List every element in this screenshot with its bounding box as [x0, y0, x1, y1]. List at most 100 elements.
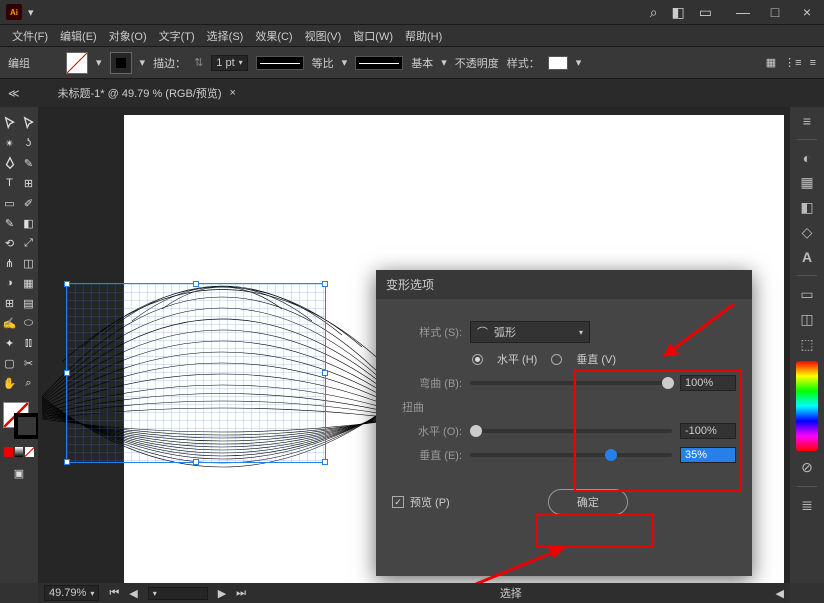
selection-handle-bm[interactable]: [193, 459, 199, 465]
warp-options-dialog[interactable]: 变形选项 样式 (S): ⌒ 弧形 水平 (H) 垂直 (V) 弯曲 (B): …: [376, 270, 752, 576]
stroke-weight-input[interactable]: 1 pt: [211, 55, 247, 71]
workspace-icon[interactable]: ◧: [672, 4, 685, 21]
menu-edit[interactable]: 编辑(E): [54, 28, 103, 44]
symbols-panel-icon[interactable]: ◇: [802, 224, 813, 241]
selection-handle-mr[interactable]: [322, 370, 328, 376]
width-tool[interactable]: ⋔: [1, 254, 18, 272]
doc-collapse-icon[interactable]: ≪: [8, 87, 20, 100]
chevron-down-icon[interactable]: ▾: [28, 6, 34, 19]
swatch-red[interactable]: [4, 447, 13, 457]
stroke-dropdown-icon[interactable]: ▾: [140, 56, 146, 69]
stroke-panel-icon[interactable]: A: [802, 249, 812, 265]
selection-tool[interactable]: [1, 114, 18, 132]
pathfinder-panel-icon[interactable]: ◫: [800, 311, 813, 328]
bend-slider[interactable]: [470, 381, 672, 385]
zoom-level[interactable]: 49.79%: [44, 585, 99, 601]
blend-tool[interactable]: ⬭: [20, 314, 37, 332]
fill-swatch[interactable]: [66, 52, 88, 74]
horizontal-radio[interactable]: [472, 354, 483, 365]
stroke-swatch[interactable]: [110, 52, 132, 74]
swatch-none[interactable]: [25, 447, 34, 457]
free-transform-tool[interactable]: ◫: [20, 254, 37, 272]
eyedropper-tool[interactable]: ✍: [1, 314, 18, 332]
rotate-tool[interactable]: ⟲: [1, 234, 18, 252]
artboard-tool[interactable]: ▢: [1, 354, 18, 372]
artboard-nav-first-icon[interactable]: ⏮: [109, 587, 119, 600]
magic-wand-tool[interactable]: ✴: [1, 134, 18, 152]
artboard-nav-next-icon[interactable]: ▶: [218, 587, 226, 600]
menu-file[interactable]: 文件(F): [6, 28, 54, 44]
minimize-button[interactable]: —: [732, 4, 754, 20]
shaper-tool[interactable]: ✎: [1, 214, 18, 232]
distort-h-value[interactable]: -100%: [680, 423, 736, 439]
rectangle-tool[interactable]: ▭: [1, 194, 18, 212]
selection-handle-tr[interactable]: [322, 281, 328, 287]
menu-view[interactable]: 视图(V): [299, 28, 348, 44]
vertical-radio[interactable]: [551, 354, 562, 365]
slice-tool[interactable]: ✂: [20, 354, 37, 372]
gradient-tool[interactable]: ▤: [20, 294, 37, 312]
line-tool[interactable]: ⊞: [20, 174, 37, 192]
preview-checkbox[interactable]: [392, 496, 404, 508]
screen-mode-icon[interactable]: ▣: [10, 464, 28, 482]
paintbrush-tool[interactable]: ✐: [20, 194, 37, 212]
curvature-tool[interactable]: ✎: [20, 154, 37, 172]
selection-bounding-box[interactable]: [66, 283, 326, 463]
transform-panel-icon[interactable]: ⬚: [800, 336, 813, 353]
stroke-stepper[interactable]: ⇅: [194, 56, 203, 69]
selection-handle-bl[interactable]: [64, 459, 70, 465]
artboard-nav-last-icon[interactable]: ⏭: [236, 587, 246, 600]
align-panel-icon[interactable]: ▭: [800, 286, 813, 303]
fill-stroke-indicator[interactable]: [0, 399, 38, 443]
properties-panel-icon[interactable]: ≡: [803, 113, 811, 129]
list-icon[interactable]: ≡: [810, 57, 816, 69]
brush-dropdown-icon[interactable]: ▾: [441, 56, 447, 69]
distort-h-slider[interactable]: [470, 429, 672, 433]
bend-value[interactable]: 100%: [680, 375, 736, 391]
pen-tool[interactable]: [1, 154, 18, 172]
maximize-button[interactable]: □: [764, 4, 786, 20]
artboard-select[interactable]: [148, 587, 208, 600]
align-icon[interactable]: ▦: [766, 56, 776, 69]
artboard-nav-prev-icon[interactable]: ◀: [129, 587, 137, 600]
menu-object[interactable]: 对象(O): [103, 28, 153, 44]
distribute-icon[interactable]: ⋮≡: [784, 56, 801, 69]
selection-handle-br[interactable]: [322, 459, 328, 465]
lasso-tool[interactable]: ʖ: [20, 134, 37, 152]
scale-tool[interactable]: ⤢: [20, 234, 37, 252]
style-swatch[interactable]: [548, 56, 568, 70]
close-button[interactable]: ×: [796, 4, 818, 20]
distort-v-value[interactable]: 35%: [680, 447, 736, 463]
menu-window[interactable]: 窗口(W): [347, 28, 399, 44]
selection-handle-tm[interactable]: [193, 281, 199, 287]
menu-effect[interactable]: 效果(C): [249, 28, 298, 44]
search-icon[interactable]: ⌕: [650, 4, 658, 21]
type-tool[interactable]: T: [1, 174, 18, 192]
color-none-icon[interactable]: ⊘: [801, 459, 813, 476]
column-graph-tool[interactable]: ⫾⫾: [20, 334, 37, 352]
selection-handle-tl[interactable]: [64, 281, 70, 287]
swatches-panel-icon[interactable]: ▦: [800, 174, 813, 191]
brush-preview[interactable]: [355, 56, 403, 70]
hand-tool[interactable]: ✋: [1, 374, 18, 392]
color-spectrum[interactable]: [796, 361, 818, 451]
distort-v-slider[interactable]: [470, 453, 672, 457]
selection-handle-ml[interactable]: [64, 370, 70, 376]
shape-builder-tool[interactable]: ◑: [1, 274, 18, 292]
fill-dropdown-icon[interactable]: ▾: [96, 56, 102, 69]
perspective-tool[interactable]: ▦: [20, 274, 37, 292]
close-tab-button[interactable]: ×: [230, 87, 236, 99]
brushes-panel-icon[interactable]: ◧: [800, 199, 813, 216]
style-select[interactable]: ⌒ 弧形: [470, 321, 590, 343]
menu-select[interactable]: 选择(S): [201, 28, 250, 44]
document-tab[interactable]: 未标题-1* @ 49.79 % (RGB/预览) ×: [50, 81, 244, 105]
direct-selection-tool[interactable]: [20, 114, 37, 132]
style-dropdown-icon[interactable]: ▾: [576, 56, 582, 69]
eraser-tool[interactable]: ◧: [20, 214, 37, 232]
color-panel-icon[interactable]: ◐: [803, 150, 811, 166]
menu-help[interactable]: 帮助(H): [399, 28, 448, 44]
symbol-sprayer-tool[interactable]: ✦: [1, 334, 18, 352]
ok-button[interactable]: 确定: [548, 489, 628, 515]
swatch-gradient[interactable]: [15, 447, 24, 457]
uniform-dropdown-icon[interactable]: ▾: [342, 56, 348, 69]
